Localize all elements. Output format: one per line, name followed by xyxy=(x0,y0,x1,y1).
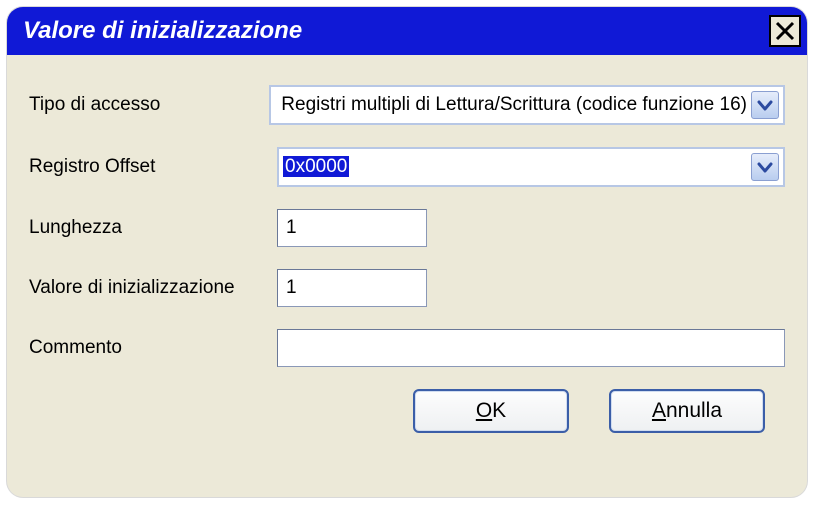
input-comment[interactable] xyxy=(277,329,785,367)
row-init-value: Valore di inizializzazione 1 xyxy=(29,269,785,307)
close-icon xyxy=(775,21,795,41)
dialog-window: Valore di inizializzazione Tipo di acces… xyxy=(7,7,807,497)
button-row: OK Annulla xyxy=(29,389,785,433)
input-length-value: 1 xyxy=(286,217,297,239)
titlebar: Valore di inizializzazione xyxy=(7,7,807,55)
input-length[interactable]: 1 xyxy=(277,209,427,247)
label-register-offset: Registro Offset xyxy=(29,156,277,178)
row-access-type: Tipo di accesso Registri multipli di Let… xyxy=(29,85,785,125)
label-init-value: Valore di inizializzazione xyxy=(29,277,277,299)
cancel-button[interactable]: Annulla xyxy=(609,389,765,433)
input-init-value-value: 1 xyxy=(286,277,297,299)
row-register-offset: Registro Offset 0x0000 xyxy=(29,147,785,187)
combo-access-type-value: Registri multipli di Lettura/Scrittura (… xyxy=(281,94,747,116)
combo-register-offset-arrow[interactable] xyxy=(751,153,779,181)
combo-register-offset[interactable]: 0x0000 xyxy=(277,147,785,187)
ok-button[interactable]: OK xyxy=(413,389,569,433)
input-init-value[interactable]: 1 xyxy=(277,269,427,307)
combo-register-offset-value: 0x0000 xyxy=(283,156,747,178)
combo-access-type[interactable]: Registri multipli di Lettura/Scrittura (… xyxy=(269,85,785,125)
dialog-body: Tipo di accesso Registri multipli di Let… xyxy=(7,55,807,497)
chevron-down-icon xyxy=(757,97,773,113)
combo-access-type-arrow[interactable] xyxy=(751,91,779,119)
window-title: Valore di inizializzazione xyxy=(23,17,302,45)
row-length: Lunghezza 1 xyxy=(29,209,785,247)
label-length: Lunghezza xyxy=(29,217,277,239)
label-comment: Commento xyxy=(29,337,277,359)
label-access-type: Tipo di accesso xyxy=(29,94,269,116)
row-comment: Commento xyxy=(29,329,785,367)
close-button[interactable] xyxy=(769,15,801,47)
chevron-down-icon xyxy=(757,159,773,175)
